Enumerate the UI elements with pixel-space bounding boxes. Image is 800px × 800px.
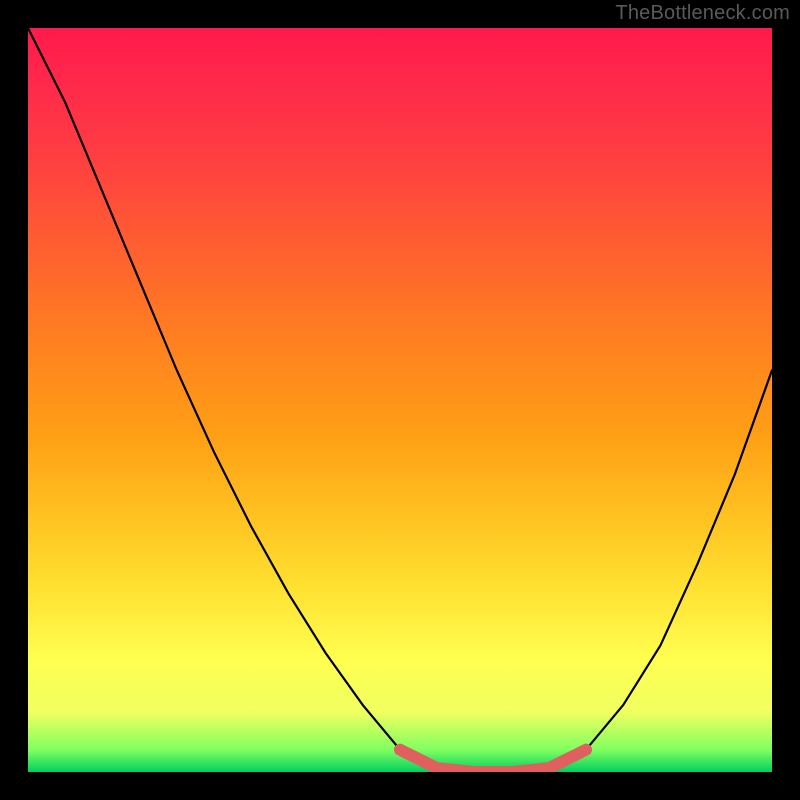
chart-container: TheBottleneck.com <box>0 0 800 800</box>
plot-gradient-area <box>28 28 772 772</box>
watermark-text: TheBottleneck.com <box>615 2 790 25</box>
